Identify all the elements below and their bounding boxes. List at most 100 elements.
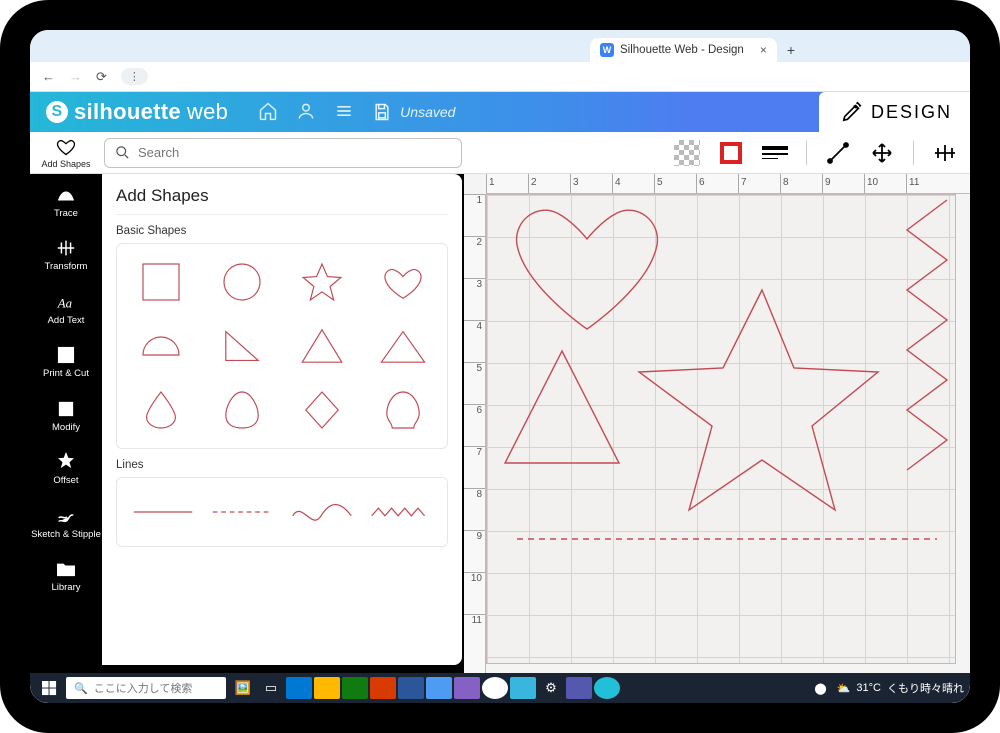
tray-icon[interactable]: ⬤ <box>814 682 826 695</box>
line-solid[interactable] <box>123 494 203 530</box>
ruler-tick: 4 <box>612 174 654 193</box>
ruler-tick: 3 <box>570 174 612 193</box>
taskbar-app[interactable] <box>566 677 592 699</box>
ruler-tick: 9 <box>822 174 864 193</box>
taskbar-app[interactable]: 🖼️ <box>230 677 256 699</box>
line-wave[interactable] <box>282 494 362 530</box>
sidebar-item-add-text[interactable]: Aa Add Text <box>30 285 102 332</box>
fill-transparent-button[interactable] <box>672 138 702 168</box>
shape-right-triangle[interactable] <box>202 314 283 378</box>
ruler-tick: 10 <box>464 572 485 614</box>
shape-square[interactable] <box>121 250 202 314</box>
checker-icon <box>674 140 700 166</box>
taskbar-app[interactable] <box>454 677 480 699</box>
account-icon[interactable] <box>296 101 316 124</box>
folder-icon <box>55 558 77 580</box>
taskbar-app[interactable] <box>426 677 452 699</box>
sidebar-item-print-cut[interactable]: Print & Cut <box>30 338 102 385</box>
search-input[interactable] <box>138 145 451 160</box>
shape-egg[interactable] <box>202 378 283 442</box>
mode-design-tab[interactable]: DESIGN <box>819 92 970 132</box>
line-zigzag[interactable] <box>362 494 442 530</box>
sidebar-item-offset[interactable]: Offset <box>30 445 102 492</box>
stroke-color-button[interactable] <box>716 138 746 168</box>
separator <box>913 141 914 165</box>
screen: W Silhouette Web - Design × + ← → ⟳ ⋮ S … <box>30 30 970 703</box>
taskbar-app[interactable] <box>398 677 424 699</box>
taskbar-search[interactable]: 🔍 ここに入力して検索 <box>66 677 226 699</box>
home-icon[interactable] <box>258 101 278 124</box>
task-view-icon[interactable]: ▭ <box>258 677 284 699</box>
line-weight-button[interactable] <box>760 138 790 168</box>
menu-icon[interactable] <box>334 101 354 124</box>
reload-icon[interactable]: ⟳ <box>96 69 107 85</box>
left-sidebar: Trace Transform Aa Add Text Print & Cut … <box>30 174 102 673</box>
sidebar-item-sketch-stipple[interactable]: Sketch & Stipple <box>30 499 102 546</box>
shape-triangle[interactable] <box>282 314 363 378</box>
svg-text:Aa: Aa <box>57 296 72 310</box>
taskbar-tray: ⬤ ⛅ 31°C くもり時々晴れ <box>814 680 964 696</box>
canvas-triangle[interactable] <box>497 343 627 473</box>
taskbar-app[interactable] <box>286 677 312 699</box>
back-icon[interactable]: ← <box>42 69 55 84</box>
taskbar-app[interactable] <box>594 677 620 699</box>
app-header: S silhouetteweb Unsaved DESIG <box>30 92 970 132</box>
address-chip[interactable]: ⋮ <box>121 68 148 85</box>
sidebar-item-label: Print & Cut <box>43 369 89 379</box>
windows-icon <box>42 681 57 696</box>
shape-heart[interactable] <box>363 250 444 314</box>
new-tab-button[interactable]: + <box>777 38 805 62</box>
search-icon: 🔍 <box>74 682 88 695</box>
shape-triangle-wide[interactable] <box>363 314 444 378</box>
move-tool[interactable] <box>867 138 897 168</box>
brand: S silhouetteweb <box>30 99 244 125</box>
taskbar-app[interactable] <box>342 677 368 699</box>
ruler-tick: 8 <box>464 488 485 530</box>
shape-circle[interactable] <box>202 250 283 314</box>
sidebar-item-library[interactable]: Library <box>30 552 102 599</box>
taskbar-app[interactable] <box>370 677 396 699</box>
canvas-star[interactable] <box>637 285 887 515</box>
shape-teardrop[interactable] <box>121 378 202 442</box>
header-icons <box>258 101 354 124</box>
tab-title: Silhouette Web - Design <box>620 44 744 56</box>
active-tool-add-shapes[interactable]: Add Shapes <box>30 137 102 169</box>
cutting-mat[interactable] <box>486 194 956 664</box>
line-tool[interactable] <box>823 138 853 168</box>
shape-star[interactable] <box>282 250 363 314</box>
offset-icon <box>55 451 77 473</box>
shape-semicircle[interactable] <box>121 314 202 378</box>
close-tab-icon[interactable]: × <box>760 43 767 57</box>
taskbar-app[interactable]: ⚙ <box>538 677 564 699</box>
taskbar-app[interactable] <box>314 677 340 699</box>
shape-diamond[interactable] <box>282 378 363 442</box>
shape-bell[interactable] <box>363 378 444 442</box>
canvas-area[interactable]: 1 2 3 4 5 6 7 8 9 10 11 1 2 3 4 <box>464 174 970 673</box>
sidebar-item-trace[interactable]: Trace <box>30 178 102 225</box>
sidebar-item-modify[interactable]: Modify <box>30 392 102 439</box>
search-icon <box>115 145 130 160</box>
taskbar-app[interactable] <box>510 677 536 699</box>
canvas-zigzag[interactable] <box>897 195 952 495</box>
save-status[interactable]: Unsaved <box>372 102 455 122</box>
print-cut-icon <box>55 344 77 366</box>
tools-row: Add Shapes <box>30 132 970 174</box>
shape-search[interactable] <box>104 138 462 168</box>
tab-favicon: W <box>600 43 614 57</box>
start-button[interactable] <box>36 675 62 701</box>
taskbar-app[interactable] <box>482 677 508 699</box>
active-tool-label: Add Shapes <box>41 159 90 169</box>
browser-tabstrip: W Silhouette Web - Design × + <box>30 30 970 62</box>
forward-icon[interactable]: → <box>69 69 82 84</box>
weather-widget[interactable]: ⛅ 31°C くもり時々晴れ <box>837 680 964 696</box>
browser-tab[interactable]: W Silhouette Web - Design × <box>590 38 777 62</box>
sidebar-item-transform[interactable]: Transform <box>30 231 102 278</box>
add-shapes-panel: Add Shapes Basic Shapes <box>102 174 464 673</box>
tablet-frame: W Silhouette Web - Design × + ← → ⟳ ⋮ S … <box>0 0 1000 733</box>
section-basic-shapes: Basic Shapes <box>116 225 448 237</box>
align-tool[interactable] <box>930 138 960 168</box>
line-dashed[interactable] <box>203 494 283 530</box>
ruler-tick: 6 <box>696 174 738 193</box>
ruler-horizontal: 1 2 3 4 5 6 7 8 9 10 11 <box>486 174 970 194</box>
canvas-dashed-line[interactable] <box>517 529 937 549</box>
